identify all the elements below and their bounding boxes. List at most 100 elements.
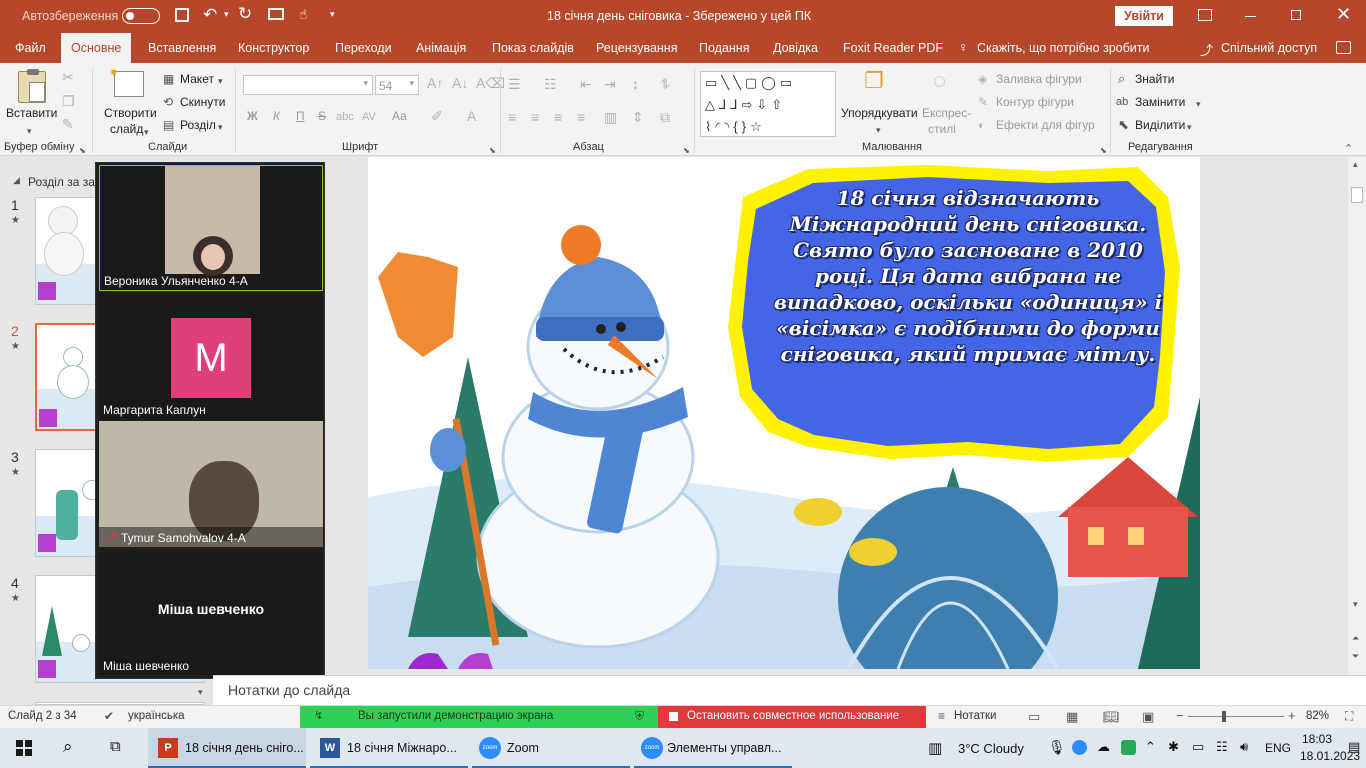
columns-icon[interactable]: ▥	[604, 109, 617, 125]
zoom-tray-icon[interactable]	[1072, 740, 1087, 755]
layout-button[interactable]: Макет	[180, 72, 214, 86]
zoom-gallery-panel[interactable]: Вероника Ульянченко 4-А М Маргарита Капл…	[95, 162, 325, 679]
tab-transitions[interactable]: Переходи	[335, 33, 392, 63]
italic-button[interactable]: К	[273, 109, 280, 123]
zoom-in-icon[interactable]: +	[1288, 708, 1296, 723]
task-view-icon[interactable]: ⧉	[110, 738, 121, 755]
font-size-box[interactable]: 54 ▾	[375, 75, 419, 95]
ribbon-display-icon[interactable]	[1198, 9, 1212, 21]
align-left-icon[interactable]: ≡	[508, 109, 516, 125]
redo-icon[interactable]: ↻	[238, 4, 252, 24]
tab-review[interactable]: Рецензування	[596, 33, 677, 63]
volume-icon[interactable]: 🔊︎	[1240, 739, 1248, 755]
reset-button[interactable]: Скинути	[180, 95, 225, 109]
share-button[interactable]: Спільний доступ	[1221, 33, 1317, 63]
search-icon[interactable]: ⌕	[63, 737, 73, 757]
notes-pane[interactable]: Нотатки до слайда	[213, 675, 1366, 705]
strikethrough-button[interactable]: S	[318, 109, 326, 123]
tab-view[interactable]: Подання	[699, 33, 749, 63]
slide-sorter-icon[interactable]: ▦	[1066, 709, 1078, 725]
align-text-icon[interactable]: ⇕	[632, 109, 644, 125]
quick-styles-button[interactable]: Експрес-	[922, 106, 971, 120]
minimize-icon[interactable]	[1245, 16, 1256, 17]
format-painter-icon[interactable]: ✎	[62, 116, 74, 132]
battery-icon[interactable]: ▭	[1192, 739, 1204, 755]
taskbar-powerpoint[interactable]: P 18 січня день сніго...	[148, 728, 306, 768]
autosave-toggle[interactable]	[122, 8, 160, 24]
grow-font-icon[interactable]: A↑	[427, 75, 443, 91]
section-dropdown-icon[interactable]: ▾	[218, 119, 223, 135]
decrease-indent-icon[interactable]: ⇤	[580, 76, 592, 92]
text-direction-icon[interactable]: ⥮	[660, 76, 670, 92]
section-button[interactable]: Розділ	[180, 118, 216, 132]
notes-toggle-button[interactable]: Нотатки	[954, 710, 996, 722]
zoom-slider[interactable]	[1188, 711, 1284, 722]
tab-insert[interactable]: Вставлення	[148, 33, 216, 63]
zoom-level[interactable]: 82%	[1306, 710, 1329, 722]
present-icon[interactable]	[268, 8, 284, 20]
tab-slideshow[interactable]: Показ слайдів	[492, 33, 574, 63]
notifications-icon[interactable]: ▤	[1348, 739, 1360, 755]
smartart-icon[interactable]: ⧉	[660, 109, 670, 125]
slideshow-icon[interactable]: ▣	[1142, 709, 1154, 725]
clock-time[interactable]: 18:03	[1302, 732, 1332, 746]
paste-icon[interactable]	[18, 69, 46, 103]
tab-animations[interactable]: Анімація	[416, 33, 466, 63]
undo-dropdown-icon[interactable]: ▾	[224, 9, 229, 20]
font-name-box[interactable]: ▾	[243, 75, 373, 95]
arrange-dropdown-icon[interactable]: ▾	[876, 122, 881, 138]
shrink-font-icon[interactable]: A↓	[452, 75, 468, 91]
layout-dropdown-icon[interactable]: ▾	[218, 73, 223, 89]
replace-button[interactable]: Замінити	[1135, 95, 1185, 109]
tell-me-search[interactable]: Скажіть, що потрібно зробити	[977, 33, 1150, 63]
arrange-button[interactable]: Упорядкувати	[841, 106, 918, 120]
slide-canvas[interactable]: 18 січня відзначають Міжнародний день сн…	[368, 157, 1200, 669]
language-indicator[interactable]: українська	[128, 710, 185, 722]
normal-view-icon[interactable]: ▭	[1028, 709, 1040, 725]
select-dropdown-icon[interactable]: ▾	[1187, 119, 1192, 135]
weather-icon[interactable]: ▥	[928, 739, 942, 757]
slide-text-box[interactable]: 18 січня відзначають Міжнародний день сн…	[768, 185, 1168, 367]
align-right-icon[interactable]: ≡	[554, 109, 562, 125]
reading-view-icon[interactable]: 📖︎	[1103, 709, 1120, 725]
touch-mode-icon[interactable]: ☝	[299, 6, 308, 23]
shape-fill-button[interactable]: Заливка фігури	[996, 72, 1082, 86]
microphone-icon[interactable]: 🎙︎	[1048, 739, 1066, 756]
zoom-out-icon[interactable]: −	[1176, 708, 1184, 723]
char-spacing-icon[interactable]: AV	[362, 109, 376, 125]
bluetooth-icon[interactable]: ✱	[1168, 739, 1179, 755]
shape-effects-button[interactable]: Ефекти для фігур	[996, 118, 1095, 132]
taskbar-zoom[interactable]: zoom Zoom	[472, 728, 630, 768]
paste-button[interactable]: Вставити	[6, 106, 57, 120]
save-icon[interactable]	[175, 8, 189, 22]
section-collapse-icon[interactable]: ◢	[13, 175, 20, 186]
tab-file[interactable]: Файл	[15, 33, 46, 63]
change-case-button[interactable]: Аа	[392, 109, 407, 123]
network-icon[interactable]: ☷	[1216, 739, 1228, 755]
underline-button[interactable]: П	[296, 109, 305, 123]
signin-button[interactable]: Увійти	[1115, 6, 1173, 26]
participant-tile-3[interactable]: 🎤︎ Tymur Samohvalov 4-A	[99, 421, 323, 547]
highlight-icon[interactable]: ✐	[431, 108, 443, 124]
stop-share-button[interactable]: Остановить совместное использование	[658, 706, 926, 728]
restore-icon[interactable]	[1291, 10, 1301, 20]
weather-text[interactable]: 3°C Cloudy	[958, 741, 1024, 756]
justify-icon[interactable]: ≡	[577, 109, 585, 125]
customize-qat-icon[interactable]: ▾	[330, 9, 335, 20]
comments-icon[interactable]	[1336, 41, 1351, 54]
replace-dropdown-icon[interactable]: ▾	[1196, 96, 1201, 112]
shadow-icon[interactable]: abc	[336, 109, 354, 125]
taskbar-zoom-controls[interactable]: zoom Элементы управл...	[634, 728, 792, 768]
new-slide-dropdown-icon[interactable]: ▾	[144, 124, 149, 140]
select-button[interactable]: Виділити	[1135, 118, 1185, 132]
tab-foxit[interactable]: Foxit Reader PDF	[843, 33, 943, 63]
new-slide-button[interactable]: Створити	[104, 106, 157, 120]
shape-outline-button[interactable]: Контур фігури	[996, 95, 1074, 109]
shapes-gallery[interactable]: ▭╲╲▢◯▭ △⅃⅃⇨⇩⇧ ⌇◜◝{}☆	[700, 71, 836, 137]
windows-start-icon[interactable]	[16, 740, 32, 756]
bullets-icon[interactable]: ☰	[508, 76, 521, 92]
copy-icon[interactable]: ❐	[62, 93, 75, 109]
cut-icon[interactable]: ✂	[62, 69, 74, 85]
paste-dropdown-icon[interactable]: ▾	[27, 123, 32, 139]
quick-styles-button-line2[interactable]: стилі	[928, 122, 956, 136]
